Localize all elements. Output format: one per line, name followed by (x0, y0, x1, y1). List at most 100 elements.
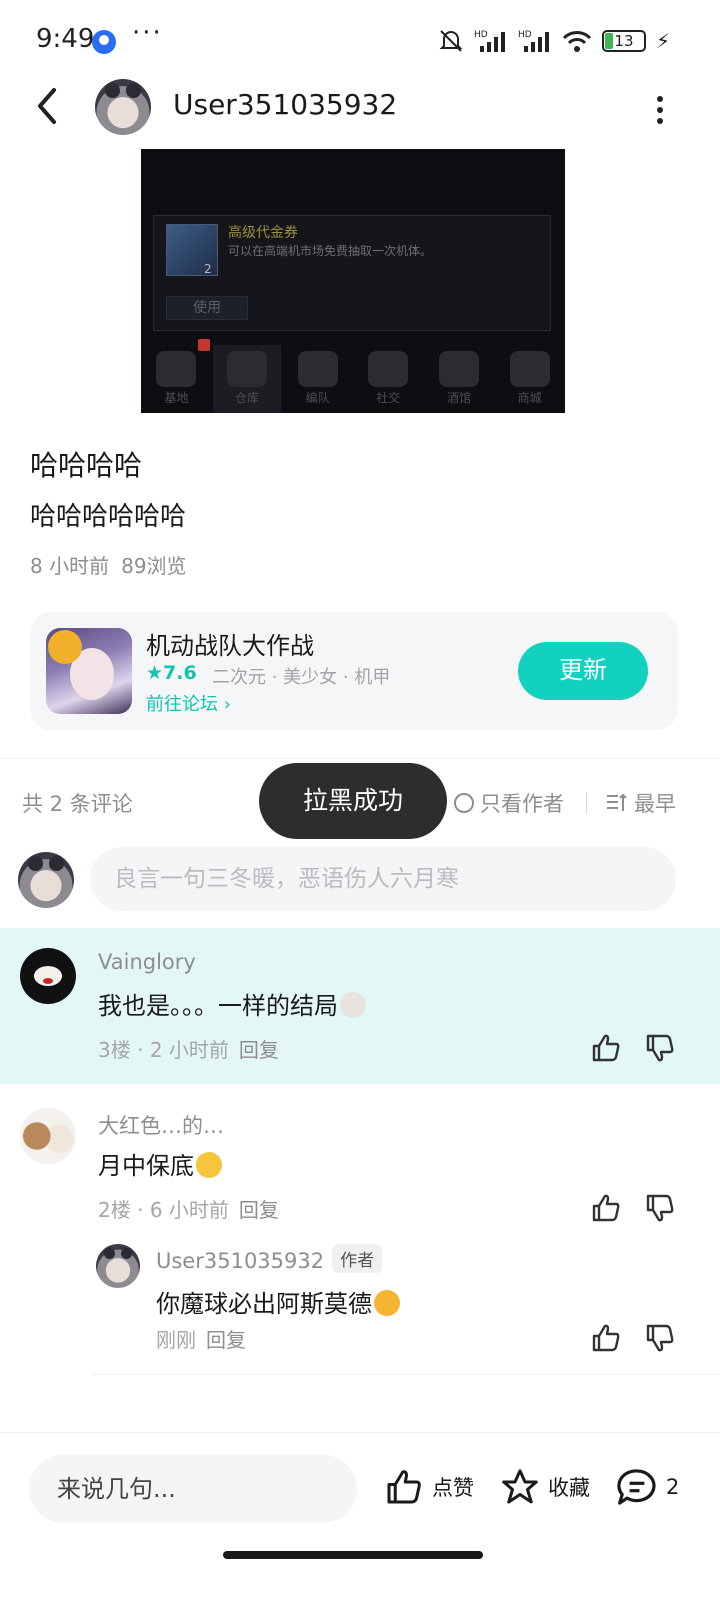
comment-floor: 2楼 (98, 1198, 131, 1222)
comment-time: 2 小时前 (149, 1038, 229, 1062)
comment-item: Vainglory 我也是。。。一样的结局 3楼 · 2 小时前 回复 (0, 928, 720, 1084)
status-bar: 9:49 ··· HD HD 13 ⚡ (0, 0, 720, 80)
signal-hd-icon: HD (518, 30, 549, 52)
author-badge: 作者 (332, 1244, 383, 1273)
game-nav-label: 商城 (517, 391, 542, 405)
sort-icon (607, 793, 627, 811)
charging-icon: ⚡ (655, 29, 670, 53)
thumbs-up-icon[interactable] (590, 1192, 622, 1224)
wifi-icon (562, 31, 592, 52)
game-nav-label: 仓库 (234, 391, 259, 405)
thumbs-up-icon (387, 1470, 421, 1504)
reply-text-content: 你魔球必出阿斯莫德 (156, 1290, 372, 1318)
status-icons: HD HD 13 ⚡ (438, 26, 670, 56)
sort-button[interactable]: 最早 (606, 788, 676, 818)
status-more: ··· (132, 18, 163, 48)
comment-meta: 2楼 · 6 小时前 回复 (98, 1198, 279, 1222)
comment-input[interactable] (90, 847, 676, 911)
signal-hd-icon: HD (474, 30, 505, 52)
cat-emoji-icon (340, 992, 366, 1018)
app-badge-icon (92, 30, 116, 54)
favorite-button[interactable]: 收藏 (500, 1467, 590, 1507)
commenter-avatar[interactable] (20, 948, 76, 1004)
reply-user-name: User351035932 (156, 1249, 325, 1273)
comment-text-content: 月中保底 (98, 1152, 194, 1180)
like-button[interactable]: 点赞 (384, 1467, 474, 1507)
game-nav-label: 酒馆 (446, 391, 471, 405)
author-avatar[interactable] (95, 79, 151, 135)
author-only-filter[interactable]: 只看作者 (454, 788, 564, 818)
commenter-name[interactable]: Vainglory (98, 950, 196, 974)
forum-link[interactable]: 前往论坛 › (146, 690, 231, 716)
post-time: 8 小时前 (30, 554, 110, 578)
comment-button[interactable]: 2 (616, 1467, 679, 1507)
like-label: 点赞 (432, 1476, 474, 1500)
favorite-label: 收藏 (548, 1476, 590, 1500)
post-meta: 8 小时前 89浏览 (30, 550, 187, 579)
comment-item: 大红色…的… 月中保底 2楼 · 6 小时前 回复 User351035932 作者… (0, 1088, 720, 1378)
section-divider (0, 758, 720, 759)
star-icon (502, 1469, 538, 1504)
game-nav: 基地 仓库 编队 社交 酒馆 商城 (141, 339, 565, 413)
sort-label: 最早 (634, 792, 676, 816)
filter-separator (586, 792, 587, 814)
comment-bubble-icon (617, 1469, 656, 1505)
reply-button[interactable]: 回复 (206, 1328, 246, 1352)
post-image[interactable]: 2 高级代金券 可以在高端机市场免费抽取一次机体。 使用 基地 仓库 编队 社交… (141, 149, 565, 413)
game-nav-item: 仓库 (212, 345, 281, 413)
update-button[interactable]: 更新 (518, 642, 648, 700)
game-nav-item: 商城 (496, 345, 564, 413)
back-icon[interactable] (30, 84, 70, 128)
commenter-avatar[interactable] (20, 1108, 76, 1164)
author-name[interactable]: User351035932 (173, 88, 397, 121)
battery-icon: 13 (601, 30, 646, 52)
game-icon[interactable] (46, 628, 132, 714)
item-title: 高级代金券 (228, 225, 298, 241)
game-nav-item: 编队 (284, 345, 352, 413)
reply-button[interactable]: 回复 (239, 1198, 279, 1222)
home-indicator[interactable] (223, 1551, 483, 1559)
radio-icon (454, 793, 474, 813)
comment-count: 共 2 条评论 (22, 792, 133, 816)
status-time: 9:49 (36, 24, 95, 54)
comment-count-badge: 2 (666, 1475, 680, 1499)
thumbs-down-icon[interactable] (644, 1032, 676, 1064)
item-card: 2 高级代金券 可以在高端机市场免费抽取一次机体。 使用 (153, 215, 551, 331)
game-card[interactable]: 机动战队大作战 ★7.6 二次元 · 美少女 · 机甲 前往论坛 › 更新 (30, 612, 678, 730)
game-nav-label: 编队 (305, 391, 330, 405)
commenter-name[interactable]: 大红色…的… (98, 1110, 224, 1140)
svg-text:HD: HD (474, 30, 488, 40)
reply-user[interactable]: User351035932 作者 (156, 1244, 383, 1273)
thumbs-down-icon[interactable] (644, 1322, 676, 1354)
thumbs-down-icon[interactable] (644, 1192, 676, 1224)
svg-text:HD: HD (518, 30, 532, 40)
reply-avatar[interactable] (96, 1244, 140, 1288)
smile-emoji-icon (196, 1152, 222, 1178)
my-avatar (18, 852, 74, 908)
shop-icon (509, 351, 550, 387)
game-nav-item: 基地 (142, 339, 211, 413)
post-title: 哈哈哈哈 (30, 449, 143, 482)
game-name[interactable]: 机动战队大作战 (146, 626, 314, 661)
item-count: 2 (204, 262, 212, 276)
reply-meta: 刚刚 回复 (156, 1324, 246, 1353)
more-vertical-icon[interactable] (648, 96, 672, 124)
comment-divider (92, 1374, 720, 1375)
game-rating-value: 7.6 (163, 662, 197, 684)
comment-text: 我也是。。。一样的结局 (98, 986, 366, 1021)
post-header: User351035932 (0, 74, 720, 138)
item-use-button: 使用 (166, 296, 248, 320)
thumbs-up-icon[interactable] (590, 1322, 622, 1354)
reply-button[interactable]: 回复 (239, 1038, 279, 1062)
chevron-right-icon: › (223, 694, 231, 715)
post-views: 89浏览 (121, 554, 187, 578)
comment-floor: 3楼 (98, 1038, 131, 1062)
star-icon: ★ (146, 662, 164, 684)
thumbs-up-icon[interactable] (590, 1032, 622, 1064)
item-description: 可以在高端机市场免费抽取一次机体。 (228, 244, 433, 258)
notification-dot (198, 339, 211, 351)
bottom-comment-input[interactable]: 来说几句... (29, 1455, 357, 1523)
game-rating: ★7.6 (146, 662, 197, 684)
forum-link-label: 前往论坛 (146, 694, 218, 715)
comment-meta: 3楼 · 2 小时前 回复 (98, 1038, 279, 1062)
